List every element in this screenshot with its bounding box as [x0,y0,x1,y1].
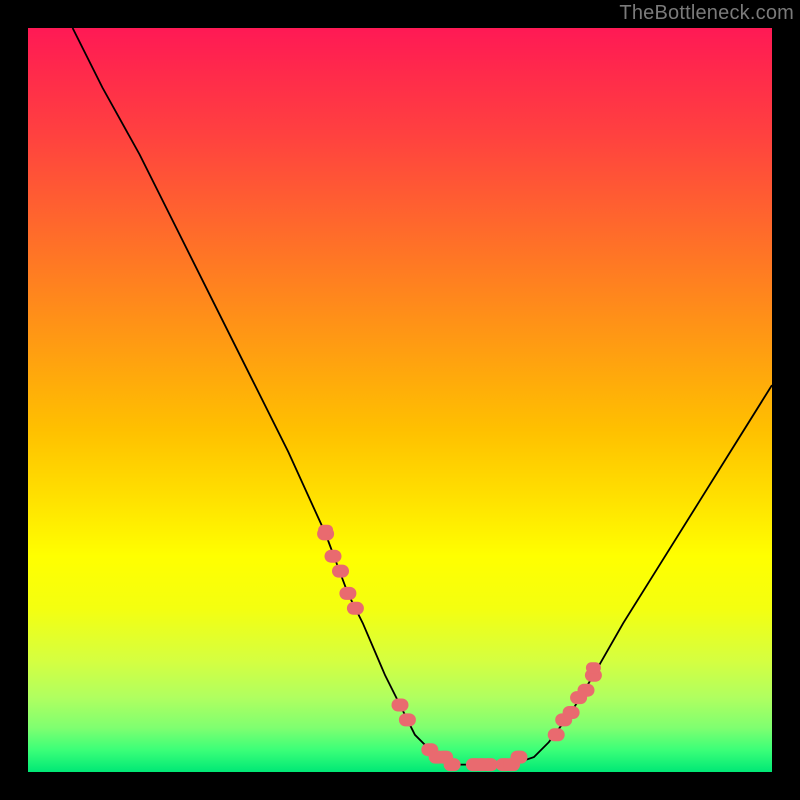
chart-svg [28,28,772,772]
data-markers [317,525,602,771]
data-marker [392,699,409,712]
data-marker-cap [586,662,601,673]
data-marker [325,550,342,563]
data-marker [511,751,528,764]
data-marker [339,587,356,600]
data-marker [563,706,580,719]
data-marker [481,758,498,771]
data-marker [578,684,595,697]
bottleneck-curve [73,28,772,765]
chart-frame: TheBottleneck.com [0,0,800,800]
data-marker-cap [318,525,333,536]
data-marker [347,602,364,615]
chart-plot-area [28,28,772,772]
data-marker [548,728,565,741]
data-marker [332,565,349,578]
data-marker [444,758,461,771]
data-marker [399,713,416,726]
watermark-label: TheBottleneck.com [619,2,794,25]
